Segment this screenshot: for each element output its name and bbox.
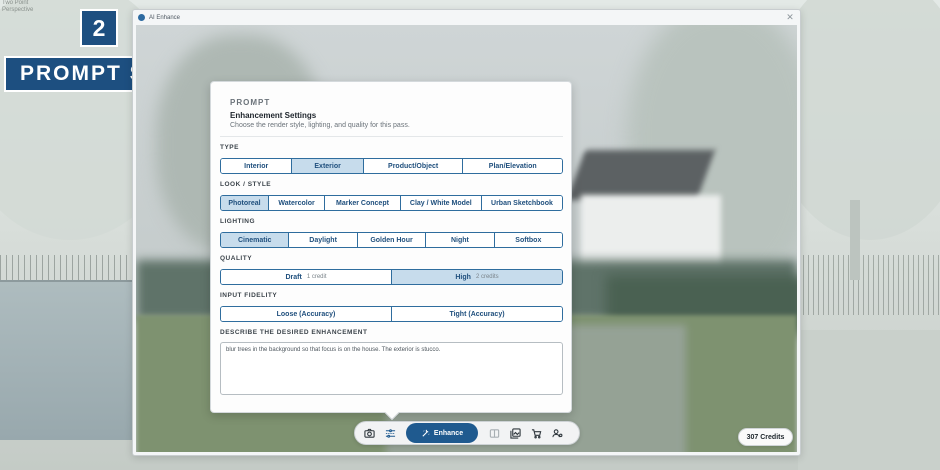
enhance-icon [422,429,430,437]
look-style-label: LOOK / STYLE [220,181,272,188]
render-house-roof [566,150,716,200]
type-option-interior[interactable]: Interior [221,159,293,173]
scene-caption-line: Perspective [2,7,34,13]
panel-subtitle: Choose the render style, lighting, and q… [230,122,410,129]
background-fence-right [798,255,940,315]
look-option-marker-concept[interactable]: Marker Concept [325,196,401,210]
lighting-option-golden-hour[interactable]: Golden Hour [357,233,427,247]
enhance-button-label: Enhance [433,429,464,437]
input-fidelity-segmented-control: Loose (Accuracy) Tight (Accuracy) [220,306,563,322]
type-option-exterior[interactable]: Exterior [292,159,364,173]
look-option-urban-sketchbook[interactable]: Urban Sketchbook [481,196,562,210]
type-option-product-object[interactable]: Product/Object [363,159,464,173]
type-label: TYPE [220,144,239,151]
quality-label: QUALITY [220,255,253,262]
account-icon[interactable] [548,424,566,442]
look-style-segmented-control: Photoreal Watercolor Marker Concept Clay… [220,195,563,211]
look-option-watercolor[interactable]: Watercolor [268,196,326,210]
lighting-option-cinematic[interactable]: Cinematic [221,233,290,247]
close-icon[interactable]: ✕ [785,12,795,23]
quality-option-label: High [455,273,471,281]
credits-balance-badge: 307 Credits [738,428,793,446]
lighting-option-softbox[interactable]: Softbox [494,233,562,247]
lighting-option-daylight[interactable]: Daylight [289,233,358,247]
enhancement-prompt-input[interactable]: blur trees in the background so that foc… [220,342,563,395]
lighting-segmented-control: Cinematic Daylight Golden Hour Night Sof… [220,232,563,248]
look-option-photoreal[interactable]: Photoreal [221,196,269,210]
scene-caption: Two Point Perspective [2,0,33,14]
quality-option-high[interactable]: High 2 credits [392,270,562,284]
app-logo-icon [138,14,145,21]
lighting-option-night[interactable]: Night [426,233,495,247]
quality-option-cost: 1 credit [306,274,327,280]
panel-kicker: PROMPT [230,98,271,107]
enhance-button[interactable]: Enhance [406,423,478,443]
quality-option-cost: 2 credits [475,274,499,280]
scene-caption-line: Two Point [2,0,29,6]
compare-icon[interactable] [485,424,503,442]
fidelity-option-loose[interactable]: Loose (Accuracy) [221,307,392,321]
quality-option-label: Draft [285,273,302,281]
fidelity-option-tight[interactable]: Tight (Accuracy) [392,307,562,321]
bottom-toolbar: Enhance [354,421,580,445]
type-segmented-control: Interior Exterior Product/Object Plan/El… [220,158,563,174]
step-number-badge: 2 [80,9,118,47]
background-tree-trunk [850,200,860,280]
quality-segmented-control: Draft 1 credit High 2 credits [220,269,563,285]
quality-option-draft[interactable]: Draft 1 credit [221,270,392,284]
panel-title: Enhancement Settings [230,111,317,120]
camera-icon[interactable] [360,424,378,442]
input-fidelity-label: INPUT FIDELITY [220,292,278,299]
gallery-icon[interactable] [506,424,524,442]
window-titlebar: AI Enhance ✕ [133,10,800,25]
lighting-label: LIGHTING [220,218,256,225]
prompt-settings-icon[interactable] [381,424,399,442]
background-pool [0,280,135,440]
background-ground-right [798,330,940,470]
look-option-clay-white-model[interactable]: Clay / White Model [400,196,482,210]
panel-divider [220,136,563,137]
prompt-settings-panel: PROMPT Enhancement Settings Choose the r… [210,81,572,421]
type-option-plan-elevation[interactable]: Plan/Elevation [463,159,562,173]
cart-icon[interactable] [527,424,545,442]
window-title: AI Enhance [149,14,181,21]
prompt-label: DESCRIBE THE DESIRED ENHANCEMENT [220,329,368,336]
